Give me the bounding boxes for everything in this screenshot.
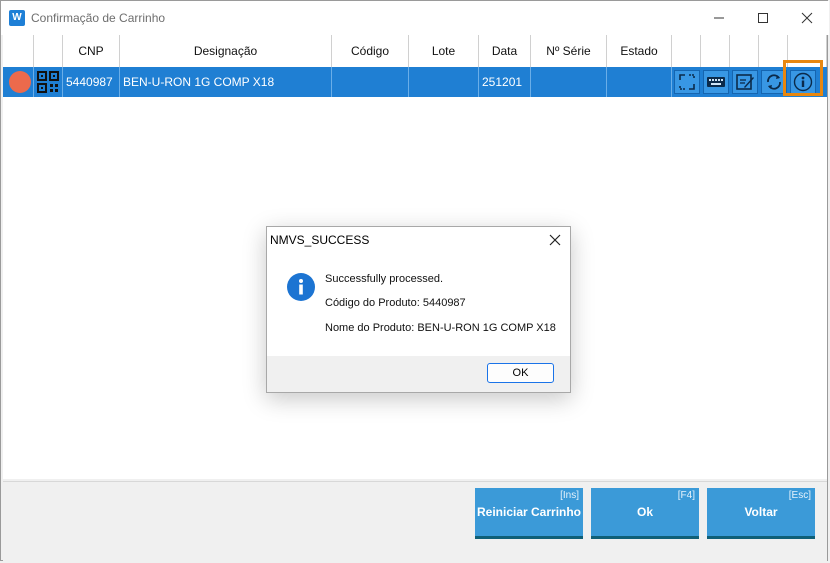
dialog-title: NMVS_SUCCESS	[270, 233, 370, 247]
ok-label: Ok	[636, 505, 653, 519]
column-header-action-3	[730, 35, 759, 67]
estado-cell	[607, 67, 672, 97]
swap-icon	[679, 74, 695, 90]
minimize-icon	[714, 17, 724, 19]
maximize-icon	[758, 13, 768, 23]
designacao-cell: BEN-U-RON 1G COMP X18	[120, 67, 332, 97]
dialog-product-code: Código do Produto: 5440987	[325, 297, 466, 309]
ok-button[interactable]: [F4] Ok	[591, 488, 699, 539]
app-logo: W	[9, 10, 25, 26]
column-header-designacao[interactable]: Designação	[120, 35, 332, 67]
cnp-cell: 5440987	[63, 67, 120, 97]
info-icon	[287, 273, 315, 301]
reset-cart-label: Reiniciar Carrinho	[476, 505, 582, 519]
dialog-close-button[interactable]	[545, 230, 565, 250]
info-button-highlight	[783, 60, 823, 96]
dialog-message: Successfully processed.	[325, 273, 443, 285]
status-cell	[3, 67, 34, 97]
dialog-ok-button[interactable]: OK	[487, 363, 554, 383]
numero-serie-cell	[531, 67, 607, 97]
reset-cart-shortcut: [Ins]	[560, 490, 579, 501]
status-indicator	[9, 71, 31, 93]
column-header-codigo[interactable]: Código	[332, 35, 409, 67]
column-header-action-1	[672, 35, 701, 67]
dialog-body: Successfully processed. Código do Produt…	[267, 251, 570, 356]
window-title: Confirmação de Carrinho	[31, 11, 166, 25]
dialog-footer: OK	[267, 356, 570, 392]
table-header: CNP Designação Código Lote Data Nº Série…	[3, 35, 827, 68]
title-bar: W Confirmação de Carrinho	[1, 1, 829, 35]
edit-icon	[736, 74, 754, 90]
data-cell: 251201	[479, 67, 531, 97]
codigo-cell	[332, 67, 409, 97]
column-header-estado[interactable]: Estado	[607, 35, 672, 67]
column-header-action-2	[701, 35, 730, 67]
column-header-lote[interactable]: Lote	[409, 35, 479, 67]
close-button[interactable]	[787, 5, 827, 31]
maximize-button[interactable]	[743, 5, 783, 31]
close-icon	[549, 234, 561, 246]
back-shortcut: [Esc]	[788, 490, 811, 501]
table-row[interactable]: 5440987 BEN-U-RON 1G COMP X18 251201	[3, 67, 827, 97]
back-label: Voltar	[744, 505, 778, 519]
edit-button[interactable]	[732, 70, 758, 94]
nmvs-success-dialog: NMVS_SUCCESS Successfully processed. Cód…	[266, 226, 571, 393]
ok-shortcut: [F4]	[677, 490, 695, 501]
reset-cart-button[interactable]: [Ins] Reiniciar Carrinho	[475, 488, 583, 539]
swap-button[interactable]	[674, 70, 700, 94]
action-bar: [Ins] Reiniciar Carrinho [F4] Ok [Esc] V…	[3, 481, 827, 561]
keyboard-button[interactable]	[703, 70, 729, 94]
column-header-cnp[interactable]: CNP	[63, 35, 120, 67]
lote-cell	[409, 67, 479, 97]
back-button[interactable]: [Esc] Voltar	[707, 488, 815, 539]
column-header-numero-serie[interactable]: Nº Série	[531, 35, 607, 67]
qr-cell	[34, 67, 63, 97]
minimize-button[interactable]	[699, 5, 739, 31]
dialog-product-name: Nome do Produto: BEN-U-RON 1G COMP X18	[325, 322, 556, 334]
column-header-data[interactable]: Data	[479, 35, 531, 67]
column-header-qr[interactable]	[34, 35, 63, 67]
qr-code-icon	[37, 71, 59, 93]
cart-confirmation-window: W Confirmação de Carrinho CNP Designação…	[0, 0, 829, 561]
close-icon	[801, 12, 813, 24]
refresh-icon	[767, 74, 781, 90]
keyboard-icon	[707, 77, 725, 87]
column-header-status[interactable]	[3, 35, 34, 67]
